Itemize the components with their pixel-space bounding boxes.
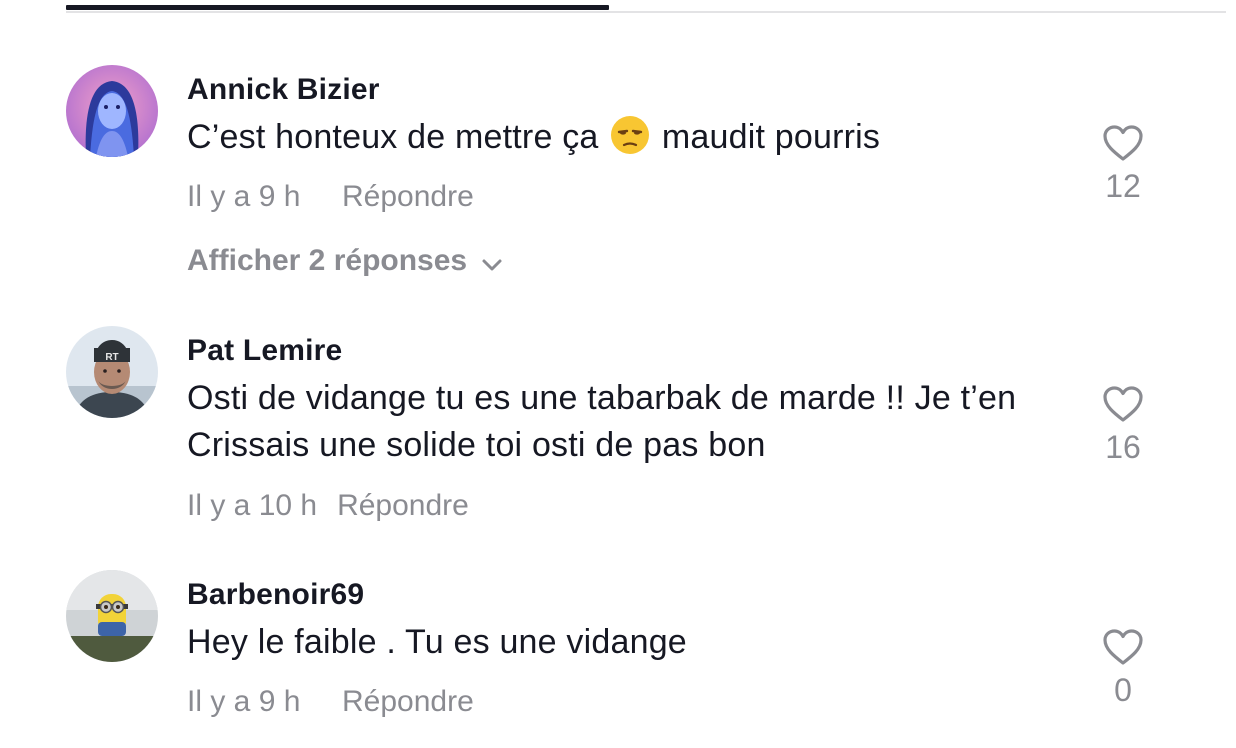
reply-button[interactable]: Répondre [342, 180, 474, 213]
reply-button[interactable]: Répondre [337, 489, 469, 522]
chevron-down-icon [482, 259, 502, 271]
comment-timestamp: Il y a 10 h [187, 489, 318, 522]
comment-text: Hey le faible . Tu es une vidange [187, 623, 687, 661]
comment-text: Osti de vidange tu es une tabarbak de ma… [187, 379, 1017, 464]
like-button[interactable]: 12 [1092, 124, 1154, 205]
comment-text-part: maudit pourris [661, 118, 881, 156]
heart-outline-icon[interactable] [1102, 628, 1144, 666]
comment-username[interactable]: Pat Lemire [187, 334, 342, 368]
like-count: 16 [1105, 429, 1141, 465]
heart-outline-icon[interactable] [1102, 124, 1144, 162]
comment-meta: Il y a 9 h Répondre [187, 180, 474, 214]
avatar[interactable] [66, 65, 158, 157]
active-tab-indicator[interactable] [66, 5, 609, 10]
heart-outline-icon[interactable] [1102, 385, 1144, 423]
svg-text:RT: RT [105, 352, 118, 363]
like-button[interactable]: 16 [1092, 385, 1154, 466]
view-replies-label: Afficher 2 réponses [187, 244, 468, 277]
view-replies-button[interactable]: Afficher 2 réponses [187, 244, 503, 278]
unamused-face-icon [610, 115, 650, 168]
like-count: 12 [1105, 168, 1141, 204]
comment-username[interactable]: Annick Bizier [187, 73, 380, 107]
comment-text-part: C’est honteux de mettre ça [187, 118, 599, 156]
tab-divider [66, 11, 1226, 13]
reply-button[interactable]: Répondre [342, 685, 474, 718]
comment-timestamp: Il y a 9 h [187, 685, 301, 718]
avatar[interactable] [66, 570, 158, 662]
like-count: 0 [1114, 672, 1132, 708]
comment-username[interactable]: Barbenoir69 [187, 578, 364, 612]
avatar[interactable]: RT [66, 326, 158, 418]
comment-text: C’est honteux de mettre ça maudit pourri… [187, 114, 1067, 168]
comment-timestamp: Il y a 9 h [187, 180, 301, 213]
like-button[interactable]: 0 [1092, 628, 1154, 709]
comment-meta: Il y a 10 h Répondre [187, 489, 469, 523]
comment-meta: Il y a 9 h Répondre [187, 685, 474, 719]
